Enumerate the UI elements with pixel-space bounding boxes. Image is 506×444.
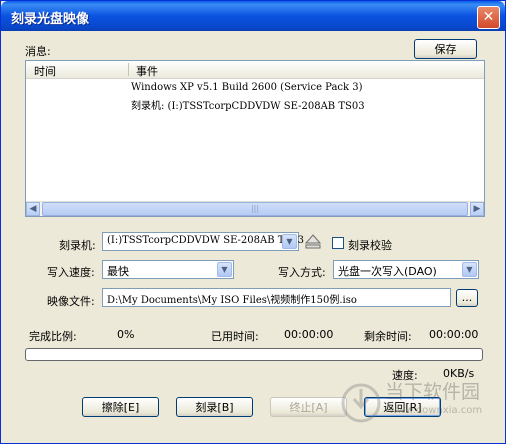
chevron-down-icon[interactable]: ▼ — [282, 234, 297, 249]
write-mode-label: 写入方式: — [278, 266, 326, 279]
burn-image-dialog: 刻录光盘映像 ✕ 消息: 保存 时间 事件 Windows XP v5.1 Bu… — [0, 0, 506, 444]
list-header: 时间 事件 — [26, 61, 484, 79]
chevron-down-icon[interactable]: ▼ — [462, 262, 477, 277]
close-button[interactable]: ✕ — [477, 6, 500, 29]
horizontal-scrollbar[interactable]: ◀ ||| ▶ — [26, 201, 484, 216]
save-button[interactable]: 保存 — [414, 39, 477, 59]
burner-value: (I:)TSSTcorpCDDVDW SE-208AB TS03 — [107, 235, 305, 246]
stop-button[interactable]: 终止[A] — [270, 397, 347, 417]
speed-select[interactable]: 最快 ▼ — [102, 260, 234, 279]
write-mode-value: 光盘一次写入(DAO) — [338, 265, 437, 278]
watermark-text: 当下软件园 — [385, 381, 481, 403]
scroll-right-icon[interactable]: ▶ — [470, 202, 484, 216]
image-file-input[interactable]: D:\My Documents\My ISO Files\视频制作150例.is… — [102, 288, 451, 307]
close-icon: ✕ — [482, 9, 495, 25]
messages-label: 消息: — [25, 45, 51, 58]
verify-label[interactable]: 刻录校验 — [348, 237, 392, 253]
chevron-down-icon[interactable]: ▼ — [217, 262, 232, 277]
write-mode-select[interactable]: 光盘一次写入(DAO) ▼ — [333, 260, 479, 279]
elapsed-label: 已用时间: — [211, 330, 259, 343]
speed-label: 写入速度: — [47, 266, 95, 279]
speed-value: 最快 — [107, 265, 129, 278]
column-time[interactable]: 时间 — [34, 63, 56, 79]
image-file-label: 映像文件: — [47, 295, 95, 308]
complete-label: 完成比例: — [29, 330, 77, 343]
complete-value: 0% — [117, 328, 135, 341]
burner-select[interactable]: (I:)TSSTcorpCDDVDW SE-208AB TS03 ▼ — [102, 232, 304, 251]
column-divider[interactable] — [128, 63, 129, 76]
title-bar[interactable]: 刻录光盘映像 ✕ — [1, 1, 505, 31]
window-title: 刻录光盘映像 — [11, 12, 90, 27]
remaining-label: 剩余时间: — [364, 330, 412, 343]
burner-label: 刻录机: — [59, 239, 96, 252]
watermark-icon — [341, 383, 381, 423]
message-list[interactable]: 时间 事件 Windows XP v5.1 Build 2600 (Servic… — [25, 60, 485, 217]
scroll-left-icon[interactable]: ◀ — [26, 202, 40, 216]
verify-checkbox[interactable] — [332, 237, 344, 249]
column-event[interactable]: 事件 — [136, 63, 158, 79]
remaining-value: 00:00:00 — [429, 328, 479, 341]
scroll-thumb[interactable]: ||| — [42, 202, 468, 216]
list-item[interactable]: 刻录机: (I:)TSSTcorpCDDVDW SE-208AB TS03 — [131, 97, 365, 112]
browse-button[interactable]: ... — [456, 289, 478, 307]
image-file-path: D:\My Documents\My ISO Files\视频制作150例.is… — [107, 295, 357, 306]
erase-button[interactable]: 擦除[E] — [82, 397, 159, 417]
watermark-url: www.downxia.com — [389, 405, 483, 416]
eject-icon[interactable] — [304, 232, 322, 251]
burn-button[interactable]: 刻录[B] — [176, 397, 253, 417]
watermark-logo: 当下软件园 www.downxia.com — [341, 375, 499, 435]
list-item[interactable]: Windows XP v5.1 Build 2600 (Service Pack… — [131, 82, 363, 93]
elapsed-value: 00:00:00 — [284, 328, 334, 341]
progress-bar — [25, 348, 483, 361]
